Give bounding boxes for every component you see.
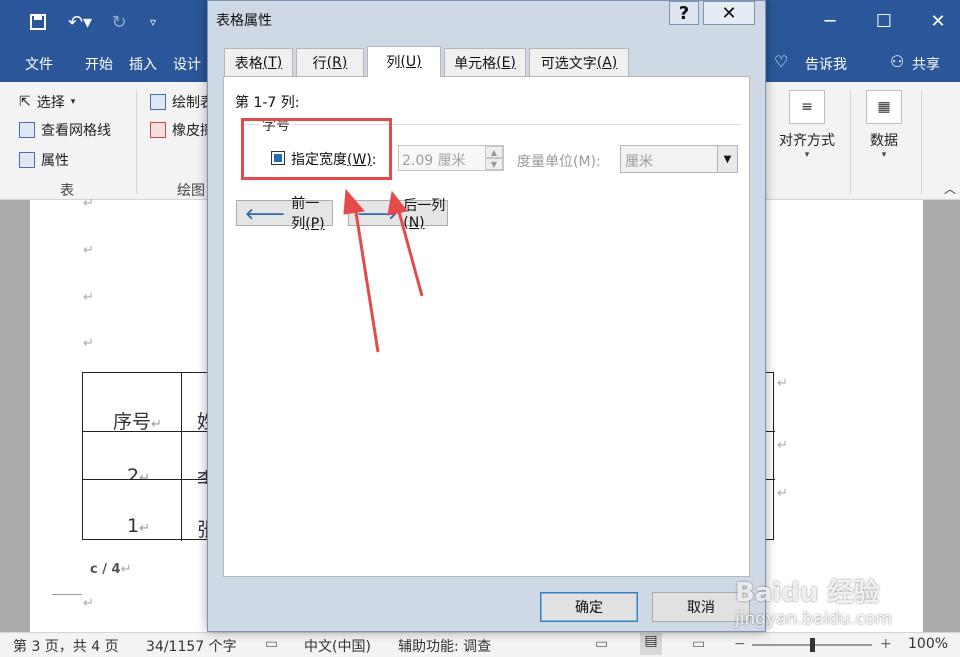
arrow-left-icon: 🡐 [245, 204, 286, 223]
undo-icon[interactable]: ↶▾ [62, 10, 98, 34]
group-separator [136, 90, 137, 194]
proofing-icon[interactable]: ▭ [265, 636, 278, 652]
tab-cell[interactable]: 单元格 (E) [444, 48, 526, 76]
collapse-ribbon-icon[interactable]: ︿ [944, 180, 956, 197]
paragraph-mark: ↵ [83, 596, 94, 611]
eraser-button[interactable]: 橡皮擦 [150, 120, 214, 140]
row2-seq-cell[interactable]: 1↵ [127, 515, 150, 537]
select-label: 选择 [36, 95, 65, 111]
tab-table[interactable]: 表格 (T) [224, 48, 293, 76]
paragraph-mark: ↵ [83, 196, 94, 211]
properties-label: 属性 [41, 153, 69, 169]
watermark-url: jingyan.baidu.com [735, 609, 892, 629]
zoom-in-button[interactable]: + [880, 636, 892, 652]
tab-row[interactable]: 行 (R) [296, 48, 364, 76]
tab-insert[interactable]: 插入 [129, 54, 157, 74]
lightbulb-icon: ♡ [774, 52, 789, 71]
user-icon: ⚇ [890, 52, 905, 71]
row1-seq-cell[interactable]: 2↵ [127, 465, 150, 479]
alignment-label: 对齐方式 [779, 133, 835, 149]
view-gridlines-button[interactable]: 查看网格线 [19, 120, 111, 140]
view-gridlines-label: 查看网格线 [41, 123, 111, 139]
baidu-watermark: Baidu 经验 jingyan.baidu.com [735, 572, 935, 629]
draw-group-label: 绘图 [177, 183, 205, 199]
accessibility-indicator[interactable]: 辅助功能: 调查 [398, 636, 491, 656]
watermark-site: Baidu 经验 [735, 578, 880, 608]
measure-unit-label: 度量单位(M): [517, 154, 601, 170]
table-column-divider [181, 373, 182, 541]
pencil-icon [150, 94, 166, 110]
table-properties-dialog: 表格属性 ? ✕ 表格 (T) 行 (R) 列 (U) 单元格 (E) 可选文字 (A) … [207, 0, 766, 632]
page-footer-text: c / 4↵ [90, 562, 132, 577]
dropdown-arrow-icon[interactable]: ▼ [717, 146, 737, 172]
select-button[interactable]: ⇱ 选择 ▾ [19, 92, 75, 112]
column-range-heading: 第 1-7 列: [235, 95, 300, 111]
previous-column-button[interactable]: 🡐 前一列(P) [236, 196, 333, 232]
zoom-level[interactable]: 100% [908, 636, 948, 652]
tab-home[interactable]: 开始 [85, 54, 113, 74]
tab-alt-text[interactable]: 可选文字 (A) [529, 48, 629, 76]
next-column-button[interactable]: 🡒 后一列(N) [348, 198, 448, 231]
arrow-right-icon: 🡒 [357, 204, 398, 223]
grid-icon [19, 122, 35, 138]
save-icon[interactable] [25, 10, 51, 34]
share-button[interactable]: 共享 [912, 54, 940, 74]
width-spin-up[interactable]: ▲ [485, 146, 503, 158]
group-separator [850, 90, 851, 194]
annotation-highlight-box [241, 118, 392, 180]
close-window-button[interactable]: ✕ [920, 8, 956, 34]
minimize-button[interactable]: ─ [812, 8, 848, 34]
tell-me-search[interactable]: 告诉我 [805, 54, 847, 74]
word-count[interactable]: 34/1157 个字 [146, 636, 237, 656]
measure-unit-select[interactable]: 厘米 ▼ [620, 145, 738, 173]
print-layout-icon[interactable]: ▤ [640, 633, 662, 655]
draw-table-button[interactable]: 绘制表 [150, 92, 214, 112]
paragraph-mark: ↵ [83, 290, 94, 305]
tab-design[interactable]: 设计 [173, 54, 201, 74]
data-button[interactable]: ▦ 数据 ▾ [866, 90, 902, 160]
zoom-out-button[interactable]: − [734, 636, 746, 652]
dialog-close-button[interactable]: ✕ [703, 1, 755, 25]
table-group-label: 表 [60, 183, 74, 199]
dialog-title: 表格属性 [216, 13, 272, 29]
tab-file[interactable]: 文件 [25, 54, 53, 74]
tab-column[interactable]: 列 (U) [367, 46, 441, 77]
align-icon: ≡ [789, 90, 825, 124]
maximize-button[interactable]: ☐ [866, 8, 902, 34]
language-indicator[interactable]: 中文(中国) [304, 636, 371, 656]
redo-icon[interactable]: ↻ [106, 10, 132, 34]
status-bar: 第 3 页，共 4 页 34/1157 个字 ▭ 中文(中国) 辅助功能: 调查… [0, 632, 960, 657]
read-mode-icon[interactable]: ▭ [595, 636, 608, 652]
row-end-mark: ↵ [777, 486, 788, 501]
page-count[interactable]: 第 3 页，共 4 页 [13, 636, 119, 656]
width-spin-down[interactable]: ▼ [485, 158, 503, 170]
properties-icon [19, 152, 35, 168]
zoom-slider[interactable] [752, 638, 872, 652]
data-label: 数据 [870, 133, 898, 149]
help-button[interactable]: ? [669, 1, 699, 25]
group-separator [921, 90, 922, 194]
paragraph-mark: ↵ [83, 243, 94, 258]
web-layout-icon[interactable]: ▭ [692, 636, 705, 652]
margin-corner-mark [52, 594, 82, 595]
row-end-mark: ↵ [777, 376, 788, 391]
data-icon: ▦ [866, 90, 902, 124]
cursor-icon: ⇱ [19, 94, 31, 110]
zoom-slider-thumb[interactable] [810, 638, 815, 652]
row-end-mark: ↵ [777, 438, 788, 453]
alignment-button[interactable]: ≡ 对齐方式 ▾ [779, 90, 835, 160]
eraser-icon [150, 122, 166, 138]
properties-button[interactable]: 属性 [19, 150, 69, 170]
measure-unit-value: 厘米 [625, 154, 653, 170]
customize-toolbar-icon[interactable]: ▿ [140, 10, 166, 34]
header-seq-cell[interactable]: 序号↵ [113, 407, 162, 434]
paragraph-mark: ↵ [83, 336, 94, 351]
ok-button[interactable]: 确定 [540, 592, 638, 622]
